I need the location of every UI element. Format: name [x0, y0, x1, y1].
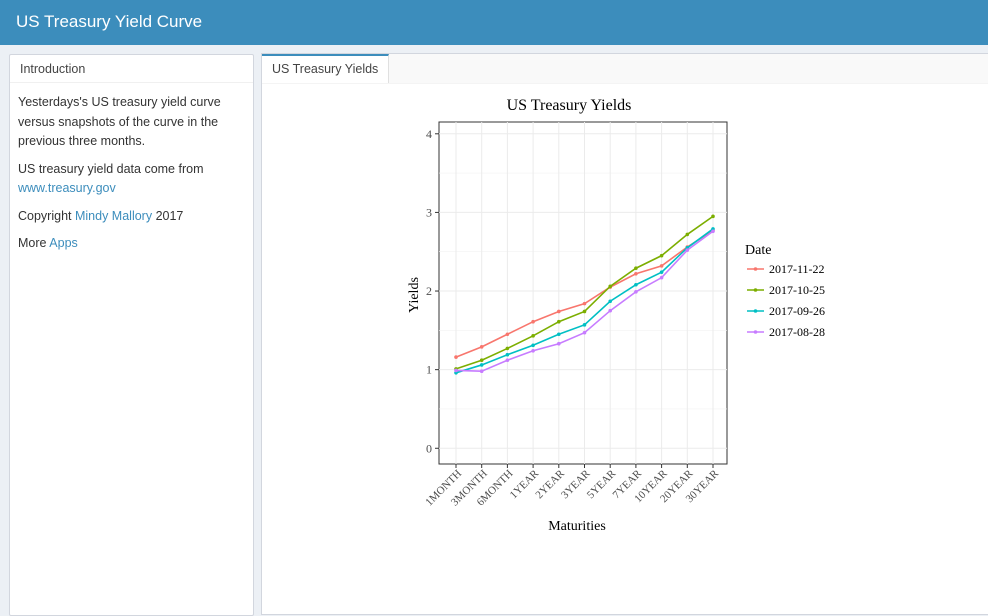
y-tick-label: 0 [426, 441, 432, 455]
data-point [608, 299, 612, 304]
data-point [582, 323, 587, 327]
data-point [505, 352, 510, 357]
y-tick-label: 3 [426, 205, 432, 219]
data-point [557, 332, 561, 337]
data-point [582, 309, 587, 314]
legend-key-point [753, 267, 758, 271]
chart-title: US Treasury Yields [507, 97, 632, 114]
data-point [685, 248, 690, 252]
data-point [711, 229, 715, 234]
data-point [659, 253, 664, 258]
data-point [634, 271, 638, 276]
legend-key-point [753, 309, 758, 313]
y-axis-label: Yields [407, 277, 422, 313]
data-point [557, 319, 561, 324]
data-point [505, 346, 510, 351]
legend-key-point [753, 288, 758, 292]
data-point [659, 275, 664, 280]
data-point [711, 214, 715, 219]
data-point [531, 334, 535, 338]
data-point [505, 332, 510, 337]
data-point [659, 264, 664, 268]
data-point [557, 309, 561, 314]
data-point [608, 308, 612, 313]
legend-label: 2017-09-26 [769, 304, 825, 318]
legend-label: 2017-10-25 [769, 283, 825, 297]
data-point [531, 319, 535, 324]
legend-label: 2017-11-22 [769, 262, 825, 276]
data-point [557, 341, 561, 346]
data-point [634, 266, 638, 271]
data-point [454, 355, 458, 359]
data-point [479, 358, 484, 363]
legend-label: 2017-08-28 [769, 325, 825, 339]
y-tick-label: 4 [426, 127, 432, 141]
data-point [634, 282, 638, 287]
data-point [659, 270, 664, 274]
legend-key-point [753, 330, 758, 334]
data-point [479, 345, 484, 349]
data-point [505, 358, 510, 363]
yield-chart: US Treasury Yields 012341MONTH3MONTH6MON… [407, 97, 825, 534]
data-point [479, 363, 484, 367]
legend-title: Date [745, 243, 771, 258]
data-point [582, 330, 587, 335]
data-point [479, 369, 484, 374]
x-axis-label: Maturities [548, 519, 606, 534]
data-point [608, 284, 612, 289]
data-point [531, 348, 535, 353]
data-point [582, 301, 587, 306]
y-tick-label: 2 [426, 284, 432, 298]
data-point [685, 232, 690, 237]
data-point [454, 368, 458, 373]
y-tick-label: 1 [426, 363, 432, 377]
data-point [634, 290, 638, 294]
data-point [531, 343, 535, 348]
